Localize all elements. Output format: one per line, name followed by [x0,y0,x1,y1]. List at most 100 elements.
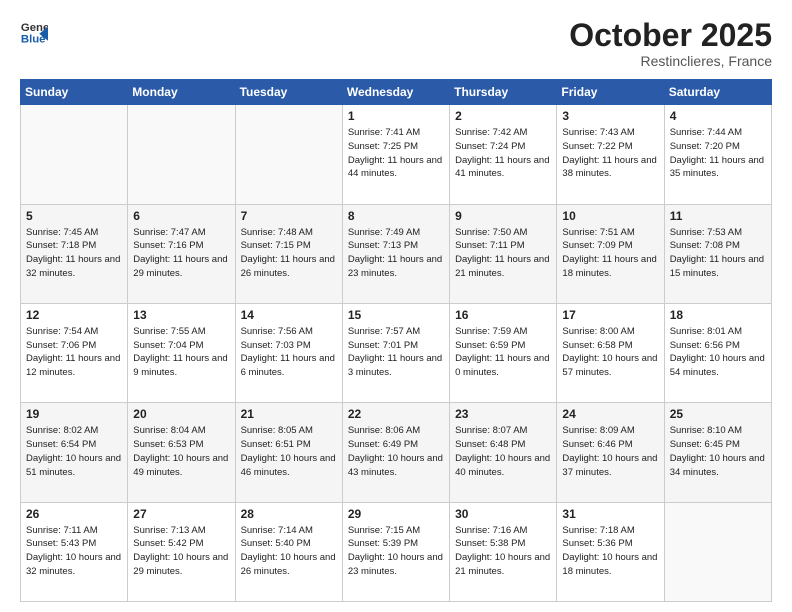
day-number: 1 [348,109,444,123]
logo-icon: General Blue [20,18,48,46]
day-cell: 2 Sunrise: 7:42 AM Sunset: 7:24 PM Daylig… [450,105,557,204]
day-number: 13 [133,308,229,322]
svg-text:Blue: Blue [21,34,46,46]
day-number: 11 [670,209,766,223]
col-sunday: Sunday [21,80,128,105]
day-cell: 25 Sunrise: 8:10 AM Sunset: 6:45 PM Dayli… [664,403,771,502]
day-info: Sunrise: 7:42 AM Sunset: 7:24 PM Dayligh… [455,126,551,181]
location: Restinclieres, France [569,53,772,69]
calendar-table: Sunday Monday Tuesday Wednesday Thursday… [20,79,772,602]
header: General Blue October 2025 Restinclieres,… [20,18,772,69]
day-cell: 11 Sunrise: 7:53 AM Sunset: 7:08 PM Dayli… [664,204,771,303]
day-info: Sunrise: 7:50 AM Sunset: 7:11 PM Dayligh… [455,226,551,281]
col-wednesday: Wednesday [342,80,449,105]
day-info: Sunrise: 8:01 AM Sunset: 6:56 PM Dayligh… [670,325,766,380]
week-row-4: 26Sunrise: 7:11 AM Sunset: 5:43 PM Dayli… [21,502,772,601]
week-row-1: 5 Sunrise: 7:45 AM Sunset: 7:18 PM Daylig… [21,204,772,303]
day-cell: 31 Sunrise: 7:18 AM Sunset: 5:36 PM Dayli… [557,502,664,601]
day-cell: 29 Sunrise: 7:15 AM Sunset: 5:39 PM Dayli… [342,502,449,601]
day-number: 25 [670,407,766,421]
day-number: 22 [348,407,444,421]
col-saturday: Saturday [664,80,771,105]
day-cell: 1 Sunrise: 7:41 AM Sunset: 7:25 PM Daylig… [342,105,449,204]
day-number: 8 [348,209,444,223]
day-cell: 5 Sunrise: 7:45 AM Sunset: 7:18 PM Daylig… [21,204,128,303]
day-number: 14 [241,308,337,322]
day-cell: 28 Sunrise: 7:14 AM Sunset: 5:40 PM Dayli… [235,502,342,601]
day-info: Sunrise: 7:41 AM Sunset: 7:25 PM Dayligh… [348,126,444,181]
day-cell: 27 Sunrise: 7:13 AM Sunset: 5:42 PM Dayli… [128,502,235,601]
day-info: Sunrise: 7:14 AM Sunset: 5:40 PM Dayligh… [241,524,337,579]
day-info: Sunrise: 7:15 AM Sunset: 5:39 PM Dayligh… [348,524,444,579]
day-cell: 4 Sunrise: 7:44 AM Sunset: 7:20 PM Daylig… [664,105,771,204]
col-tuesday: Tuesday [235,80,342,105]
day-cell: 18 Sunrise: 8:01 AM Sunset: 6:56 PM Dayli… [664,303,771,402]
col-monday: Monday [128,80,235,105]
day-number: 19 [26,407,122,421]
day-cell: 20 Sunrise: 8:04 AM Sunset: 6:53 PM Dayli… [128,403,235,502]
day-number: 9 [455,209,551,223]
day-cell: 12Sunrise: 7:54 AM Sunset: 7:06 PM Dayli… [21,303,128,402]
day-cell: 21 Sunrise: 8:05 AM Sunset: 6:51 PM Dayli… [235,403,342,502]
day-number: 18 [670,308,766,322]
day-info: Sunrise: 7:57 AM Sunset: 7:01 PM Dayligh… [348,325,444,380]
day-cell: 6Sunrise: 7:47 AM Sunset: 7:16 PM Daylig… [128,204,235,303]
day-info: Sunrise: 7:13 AM Sunset: 5:42 PM Dayligh… [133,524,229,579]
day-info: Sunrise: 7:55 AM Sunset: 7:04 PM Dayligh… [133,325,229,380]
day-info: Sunrise: 7:45 AM Sunset: 7:18 PM Dayligh… [26,226,122,281]
col-friday: Friday [557,80,664,105]
day-cell: 14 Sunrise: 7:56 AM Sunset: 7:03 PM Dayli… [235,303,342,402]
day-cell: 19 Sunrise: 8:02 AM Sunset: 6:54 PM Dayli… [21,403,128,502]
day-number: 2 [455,109,551,123]
day-number: 20 [133,407,229,421]
day-number: 4 [670,109,766,123]
day-info: Sunrise: 7:59 AM Sunset: 6:59 PM Dayligh… [455,325,551,380]
day-info: Sunrise: 7:44 AM Sunset: 7:20 PM Dayligh… [670,126,766,181]
day-info: Sunrise: 8:00 AM Sunset: 6:58 PM Dayligh… [562,325,658,380]
day-info: Sunrise: 8:06 AM Sunset: 6:49 PM Dayligh… [348,424,444,479]
day-cell: 16 Sunrise: 7:59 AM Sunset: 6:59 PM Dayli… [450,303,557,402]
day-cell [664,502,771,601]
day-cell: 10Sunrise: 7:51 AM Sunset: 7:09 PM Dayli… [557,204,664,303]
day-number: 21 [241,407,337,421]
day-info: Sunrise: 8:04 AM Sunset: 6:53 PM Dayligh… [133,424,229,479]
week-row-0: 1 Sunrise: 7:41 AM Sunset: 7:25 PM Daylig… [21,105,772,204]
day-cell: 13 Sunrise: 7:55 AM Sunset: 7:04 PM Dayli… [128,303,235,402]
day-info: Sunrise: 7:11 AM Sunset: 5:43 PM Dayligh… [26,524,122,579]
day-number: 31 [562,507,658,521]
day-number: 29 [348,507,444,521]
week-row-2: 12Sunrise: 7:54 AM Sunset: 7:06 PM Dayli… [21,303,772,402]
day-number: 28 [241,507,337,521]
day-cell [235,105,342,204]
col-thursday: Thursday [450,80,557,105]
day-number: 5 [26,209,122,223]
day-cell: 9 Sunrise: 7:50 AM Sunset: 7:11 PM Daylig… [450,204,557,303]
day-info: Sunrise: 7:43 AM Sunset: 7:22 PM Dayligh… [562,126,658,181]
day-cell: 7Sunrise: 7:48 AM Sunset: 7:15 PM Daylig… [235,204,342,303]
day-info: Sunrise: 8:10 AM Sunset: 6:45 PM Dayligh… [670,424,766,479]
day-number: 24 [562,407,658,421]
day-number: 30 [455,507,551,521]
day-number: 15 [348,308,444,322]
day-info: Sunrise: 8:05 AM Sunset: 6:51 PM Dayligh… [241,424,337,479]
day-info: Sunrise: 7:53 AM Sunset: 7:08 PM Dayligh… [670,226,766,281]
day-number: 27 [133,507,229,521]
day-info: Sunrise: 7:51 AM Sunset: 7:09 PM Dayligh… [562,226,658,281]
day-info: Sunrise: 8:07 AM Sunset: 6:48 PM Dayligh… [455,424,551,479]
day-info: Sunrise: 7:16 AM Sunset: 5:38 PM Dayligh… [455,524,551,579]
day-number: 16 [455,308,551,322]
day-cell: 15 Sunrise: 7:57 AM Sunset: 7:01 PM Dayli… [342,303,449,402]
day-number: 6 [133,209,229,223]
day-cell: 3Sunrise: 7:43 AM Sunset: 7:22 PM Daylig… [557,105,664,204]
day-info: Sunrise: 8:02 AM Sunset: 6:54 PM Dayligh… [26,424,122,479]
day-number: 17 [562,308,658,322]
day-info: Sunrise: 7:54 AM Sunset: 7:06 PM Dayligh… [26,325,122,380]
day-info: Sunrise: 7:48 AM Sunset: 7:15 PM Dayligh… [241,226,337,281]
day-cell: 8Sunrise: 7:49 AM Sunset: 7:13 PM Daylig… [342,204,449,303]
month-title: October 2025 [569,18,772,53]
header-row: Sunday Monday Tuesday Wednesday Thursday… [21,80,772,105]
day-info: Sunrise: 7:18 AM Sunset: 5:36 PM Dayligh… [562,524,658,579]
day-cell: 22 Sunrise: 8:06 AM Sunset: 6:49 PM Dayli… [342,403,449,502]
day-cell: 17 Sunrise: 8:00 AM Sunset: 6:58 PM Dayli… [557,303,664,402]
day-info: Sunrise: 7:56 AM Sunset: 7:03 PM Dayligh… [241,325,337,380]
